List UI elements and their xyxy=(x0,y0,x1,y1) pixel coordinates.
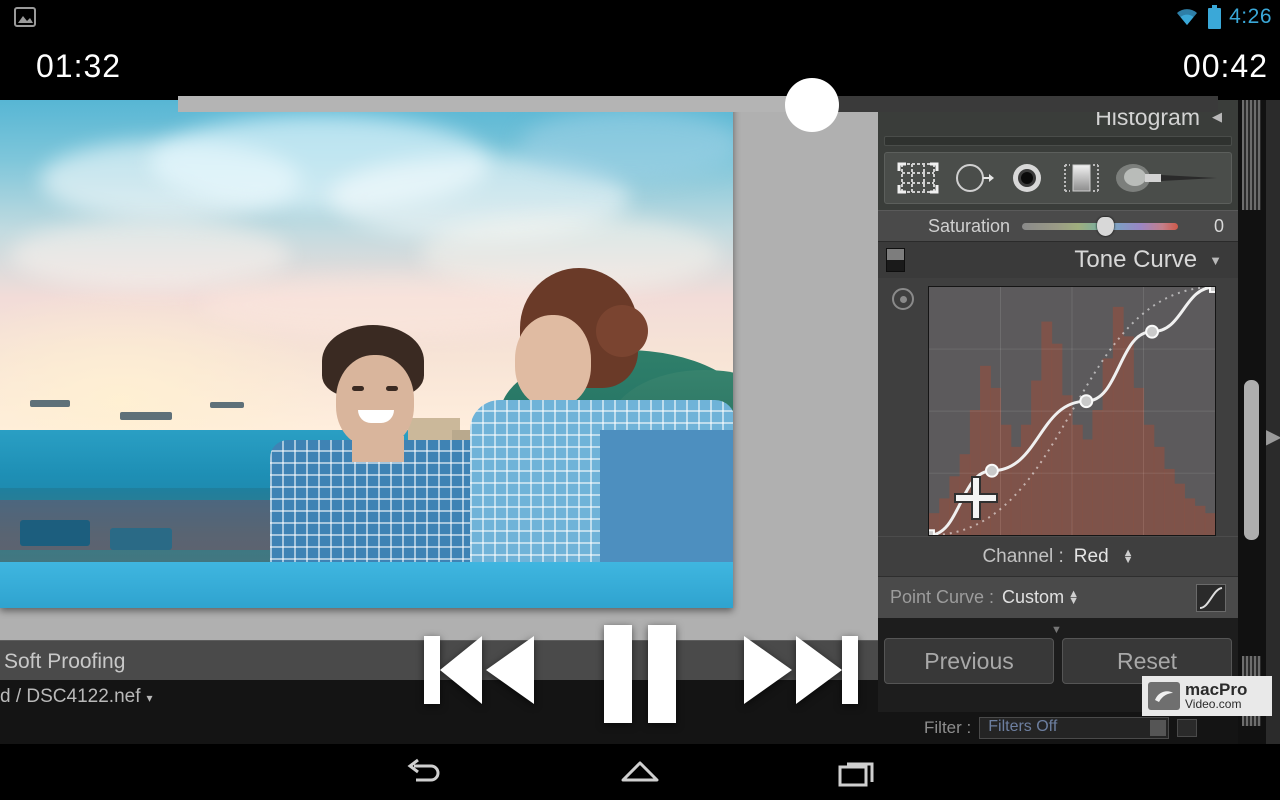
point-curve-stepper-icon[interactable]: ▲ ▼ xyxy=(1068,588,1079,606)
filter-select[interactable]: Filters Off xyxy=(979,717,1170,739)
filter-extra-button[interactable] xyxy=(1177,719,1198,737)
filter-label: Filter : xyxy=(924,718,972,737)
channel-stepper-icon[interactable]: ▲ ▼ xyxy=(1123,547,1134,565)
point-curve-row[interactable]: Point Curve : Custom ▲ ▼ xyxy=(878,576,1238,618)
spot-removal-icon[interactable] xyxy=(949,159,997,197)
elapsed-time: 01:32 xyxy=(36,48,122,84)
panel-collapse-caret-icon[interactable]: ▼ xyxy=(1051,624,1062,636)
previous-track-button[interactable] xyxy=(424,630,540,710)
tone-curve-body xyxy=(878,278,1238,536)
watermark-logo-icon xyxy=(1148,682,1180,710)
watermark-line2: Video.com xyxy=(1185,696,1242,711)
tone-curve-graph[interactable] xyxy=(928,286,1216,536)
panel-expand-icon[interactable]: ▶ xyxy=(1266,424,1280,449)
scrollbar-thumb[interactable] xyxy=(1244,380,1259,540)
recents-icon[interactable] xyxy=(834,756,880,790)
screen-root: Library|Develop|Map|Book|Slideshow|Print… xyxy=(0,0,1280,800)
pause-button[interactable] xyxy=(600,625,680,723)
video-scrubber-overlay: 01:32 00:42 xyxy=(0,34,1280,132)
right-panel: Histogram ◀ Saturation 0 Tone Curve ▼ Ch… xyxy=(878,100,1238,744)
chevron-up-icon[interactable] xyxy=(1150,720,1167,736)
histogram-panel-body xyxy=(878,134,1238,210)
point-curve-label: Point Curve : xyxy=(890,587,995,607)
saturation-slider[interactable] xyxy=(1022,216,1178,236)
tool-strip xyxy=(884,152,1232,204)
next-track-button[interactable] xyxy=(742,630,858,710)
tone-curve-title: Tone Curve xyxy=(1074,246,1198,273)
home-icon[interactable] xyxy=(617,756,663,790)
crosshair-cursor xyxy=(954,476,998,520)
filter-bar: Filter : Filters Off xyxy=(878,712,1238,744)
watermark-line1: macPro xyxy=(1185,679,1248,699)
saturation-knob[interactable] xyxy=(1096,216,1114,236)
channel-label: Channel : xyxy=(982,545,1064,567)
target-adjustment-icon[interactable] xyxy=(892,288,914,310)
saturation-row[interactable]: Saturation 0 xyxy=(878,210,1238,242)
macprovideo-watermark: macPro Video.com xyxy=(1142,676,1272,716)
point-curve-value[interactable]: Custom xyxy=(1002,587,1064,608)
channel-row[interactable]: Channel : Red ▲ ▼ xyxy=(878,536,1238,576)
photo-image xyxy=(0,100,733,608)
point-curve-edit-icon[interactable] xyxy=(1196,583,1226,612)
tone-curve-toggle-switch[interactable] xyxy=(886,248,905,272)
crop-overlay-icon[interactable] xyxy=(894,159,942,197)
video-transport-controls xyxy=(0,600,878,740)
develop-canvas[interactable]: Soft Proofing xyxy=(0,100,878,686)
saturation-label: Saturation xyxy=(927,215,1010,236)
wifi-icon xyxy=(1177,9,1198,25)
remaining-time: 00:42 xyxy=(1182,48,1268,84)
filter-value: Filters Off xyxy=(988,718,1058,735)
graduated-filter-icon[interactable] xyxy=(1057,159,1105,197)
histogram-graph-slot xyxy=(884,136,1232,146)
adjustment-brush-icon[interactable] xyxy=(1112,159,1222,197)
seek-bar[interactable] xyxy=(178,96,1218,112)
red-eye-correction-icon[interactable] xyxy=(1003,159,1051,197)
status-bar-right: 4:26 xyxy=(1174,0,1272,34)
seek-bar-handle[interactable] xyxy=(785,78,840,132)
seek-bar-fill xyxy=(178,96,813,112)
previous-button[interactable]: Previous xyxy=(884,638,1054,684)
photo-icon xyxy=(14,7,36,27)
photo-preview[interactable] xyxy=(0,100,733,608)
channel-value[interactable]: Red xyxy=(1074,546,1109,568)
android-nav-bar xyxy=(0,744,1280,800)
tone-curve-header[interactable]: Tone Curve ▼ xyxy=(878,242,1238,278)
status-bar-clock: 4:26 xyxy=(1229,5,1272,28)
battery-icon xyxy=(1208,5,1222,29)
right-scroll-strip[interactable] xyxy=(1238,100,1266,744)
chevron-down-icon[interactable]: ▼ xyxy=(1209,253,1222,268)
back-icon[interactable] xyxy=(400,756,446,790)
android-status-bar: 4:26 xyxy=(0,0,1280,34)
saturation-value: 0 xyxy=(1213,215,1224,236)
